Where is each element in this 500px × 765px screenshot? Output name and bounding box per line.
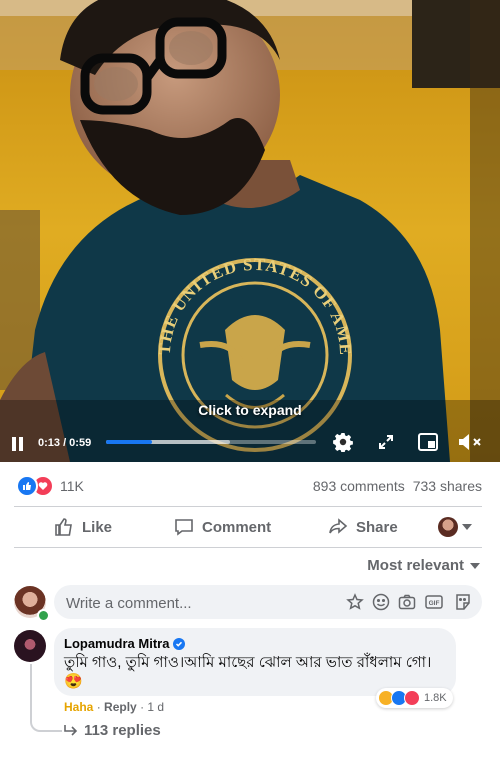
share-button-label: Share bbox=[356, 518, 398, 536]
comment-sort-dropdown[interactable]: Most relevant bbox=[367, 557, 480, 574]
sticker-icon[interactable] bbox=[346, 593, 364, 611]
my-reaction-button[interactable]: Haha bbox=[64, 700, 93, 714]
separator: · bbox=[96, 700, 101, 714]
commenter-avatar[interactable] bbox=[14, 630, 46, 662]
camera-icon[interactable] bbox=[398, 593, 416, 611]
profile-avatar bbox=[438, 517, 458, 537]
video-controls: 0:13 / 0:59 bbox=[0, 428, 500, 462]
played-progress bbox=[106, 440, 153, 444]
shares-count[interactable]: 733 shares bbox=[413, 478, 482, 494]
engagement-stats: 893 comments 733 shares bbox=[305, 478, 482, 494]
love-reaction-icon bbox=[404, 690, 420, 706]
comment-reaction-count: 1.8K bbox=[424, 692, 447, 704]
pause-icon[interactable] bbox=[12, 437, 24, 451]
video-player[interactable]: THE UNITED STATES OF AMERICA Click to ex… bbox=[0, 0, 500, 462]
video-progress-bar[interactable] bbox=[106, 440, 316, 444]
expand-icon[interactable] bbox=[378, 434, 394, 450]
avatar-sticker-icon[interactable] bbox=[454, 593, 472, 611]
comment-icon bbox=[175, 519, 193, 536]
share-icon bbox=[329, 518, 348, 534]
comment-actions: Haha · Reply · 1 d bbox=[64, 700, 164, 714]
comment-author-name: Lopamudra Mitra bbox=[64, 636, 170, 651]
muted-volume-icon[interactable] bbox=[458, 433, 484, 451]
chevron-down-icon bbox=[470, 562, 480, 569]
comment-input[interactable] bbox=[64, 585, 328, 621]
reaction-summary[interactable] bbox=[16, 475, 56, 497]
gear-icon[interactable] bbox=[333, 432, 353, 453]
comment-time[interactable]: 1 d bbox=[147, 700, 164, 714]
picture-in-picture-icon[interactable] bbox=[418, 433, 438, 451]
video-frame: THE UNITED STATES OF AMERICA bbox=[0, 0, 500, 462]
verified-badge-icon bbox=[173, 637, 186, 650]
click-to-expand-label[interactable]: Click to expand bbox=[0, 402, 500, 418]
comment-text: তুমি গাও, তুমি গাও।আমি মাছের ঝোল আর ভাত … bbox=[64, 654, 432, 690]
comment-bubble: Lopamudra Mitra তুমি গাও, তুমি গাও।আমি ম… bbox=[54, 628, 456, 696]
separator: · bbox=[140, 700, 145, 714]
replies-label: 113 replies bbox=[84, 722, 161, 739]
comment-button[interactable]: Comment bbox=[174, 508, 271, 546]
post-actions-bar: Like Comment Share bbox=[12, 508, 488, 546]
divider bbox=[14, 506, 482, 507]
share-button[interactable]: Share bbox=[328, 508, 398, 546]
gif-icon[interactable]: GIF bbox=[425, 593, 443, 611]
comment-button-label: Comment bbox=[202, 518, 272, 536]
view-replies-button[interactable]: 113 replies bbox=[64, 722, 161, 739]
like-button[interactable]: Like bbox=[54, 508, 112, 546]
svg-text:GIF: GIF bbox=[429, 600, 440, 607]
comments-count[interactable]: 893 comments bbox=[313, 478, 405, 494]
video-time: 0:13 / 0:59 bbox=[38, 437, 92, 449]
reply-button[interactable]: Reply bbox=[104, 700, 137, 714]
emoji-icon[interactable] bbox=[372, 593, 390, 611]
sort-label: Most relevant bbox=[367, 557, 464, 574]
comment-reactions[interactable]: 1.8K bbox=[376, 688, 453, 708]
chevron-down-icon bbox=[462, 524, 472, 530]
reply-arrow-icon bbox=[64, 724, 78, 736]
react-as-selector[interactable] bbox=[438, 508, 472, 546]
divider bbox=[14, 547, 482, 548]
comment-author[interactable]: Lopamudra Mitra bbox=[64, 636, 186, 651]
like-reaction-icon bbox=[16, 475, 38, 497]
reaction-count[interactable]: 11K bbox=[60, 478, 84, 494]
online-status-dot bbox=[37, 609, 50, 622]
comment-composer[interactable]: GIF bbox=[54, 585, 482, 621]
like-button-label: Like bbox=[82, 518, 113, 536]
post-stats-row: 11K 893 comments 733 shares bbox=[0, 470, 500, 500]
thumbs-up-icon bbox=[55, 518, 72, 536]
